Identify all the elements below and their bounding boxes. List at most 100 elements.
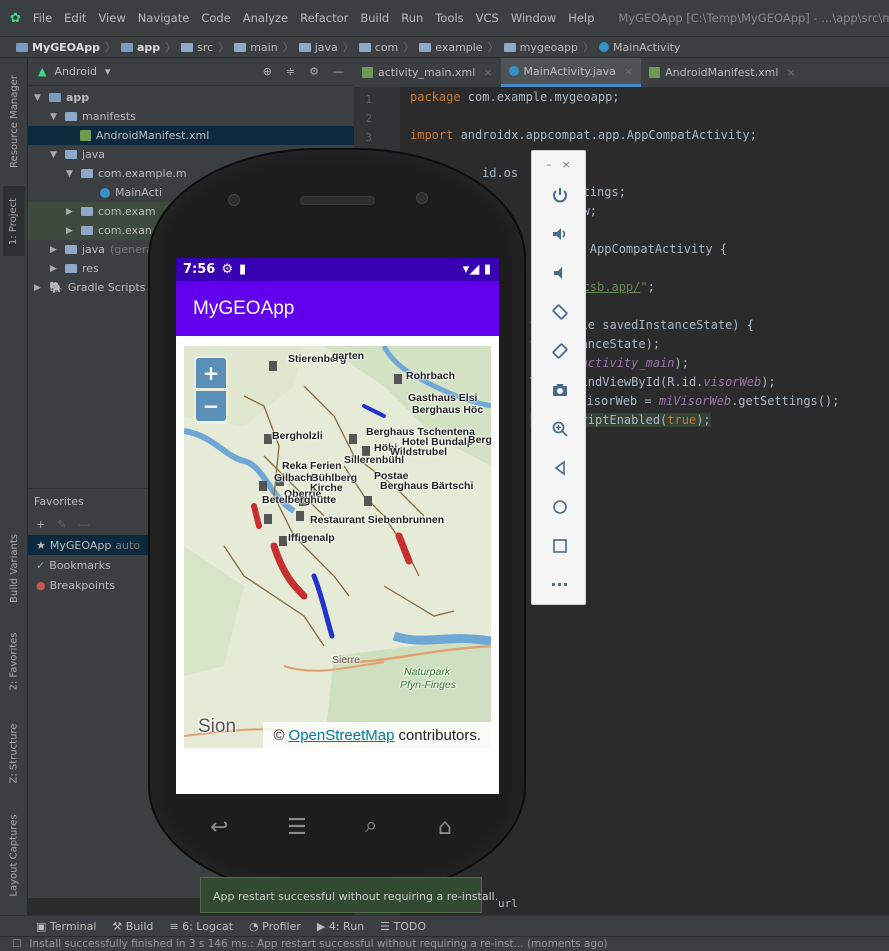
tool-build[interactable]: ⚒ Build	[112, 920, 153, 933]
menu-build[interactable]: Build	[360, 11, 389, 25]
volume-down-button[interactable]	[532, 253, 587, 292]
menu-help[interactable]: Help	[568, 11, 594, 25]
menu-code[interactable]: Code	[201, 11, 230, 25]
rotate-left-button[interactable]	[532, 292, 587, 331]
openstreetmap-link[interactable]: OpenStreetMap	[289, 727, 395, 744]
package-icon	[358, 42, 371, 52]
tab-androidmanifest-xml[interactable]: AndroidManifest.xml ×	[641, 58, 803, 87]
window-title: MyGEOApp [C:\Temp\MyGEOApp] - ...\app\sr…	[618, 11, 889, 25]
minimize-icon[interactable]: –	[546, 158, 552, 171]
expand-arrow-icon[interactable]: ▶	[50, 264, 60, 274]
more-button[interactable]: ···	[532, 565, 587, 604]
chevron-down-icon[interactable]: ▾	[105, 65, 111, 78]
menu-view[interactable]: View	[98, 11, 125, 25]
hw-search-icon[interactable]: ⌕	[365, 813, 377, 838]
menu-bar: ✿ File Edit View Navigate Code Analyze R…	[0, 0, 889, 36]
tool-tab-structure[interactable]: Z: Structure	[3, 713, 25, 793]
line-number: 1	[365, 94, 372, 106]
power-button[interactable]	[532, 175, 587, 214]
hide-icon[interactable]: —	[333, 65, 344, 78]
tab-mainactivity-java[interactable]: MainActivity.java ×	[500, 58, 642, 87]
close-icon[interactable]: ×	[624, 65, 633, 78]
expand-arrow-icon[interactable]: ▼	[50, 150, 60, 160]
tool-logcat[interactable]: ≡ 6: Logcat	[169, 920, 233, 933]
expand-arrow-icon[interactable]: ▼	[66, 169, 76, 179]
zoom-button[interactable]	[532, 409, 587, 448]
crumb-example[interactable]: example	[419, 41, 483, 54]
menu-navigate[interactable]: Navigate	[138, 11, 190, 25]
locate-icon[interactable]: ⊕	[263, 65, 272, 78]
map-view[interactable]: Stierenberg garten Rohrbach Gasthaus Els…	[184, 346, 491, 748]
overview-button[interactable]	[532, 526, 587, 565]
tool-tab-build-variants[interactable]: Build Variants	[3, 523, 25, 613]
map-label: Sillerenbühl	[344, 454, 405, 466]
crumb-mainactivity[interactable]: MainActivity	[599, 41, 680, 54]
expand-arrow-icon[interactable]: ▼	[34, 93, 44, 103]
map-label: Berghaus Höc	[412, 404, 484, 416]
project-view-selector[interactable]: Android	[54, 65, 97, 78]
map-label: Reka Ferien	[282, 460, 342, 472]
crumb-mygeoapp[interactable]: mygeoapp	[503, 41, 578, 54]
close-icon[interactable]: ×	[786, 66, 795, 79]
menu-refactor[interactable]: Refactor	[300, 11, 348, 25]
tool-profiler[interactable]: ◔ Profiler	[249, 920, 301, 933]
expand-arrow-icon[interactable]: ▼	[50, 112, 60, 122]
menu-file[interactable]: File	[33, 11, 52, 25]
map-label: Gasthaus Elsi	[408, 392, 478, 404]
tool-tab-project[interactable]: 1: Project	[3, 186, 25, 256]
tree-node-androidmanifest[interactable]: AndroidManifest.xml	[28, 126, 354, 145]
tool-tab-favorites[interactable]: 2: Favorites	[3, 621, 25, 701]
hw-menu-icon[interactable]: ☰	[287, 815, 307, 840]
check-icon: ✓	[36, 558, 46, 572]
tool-tab-resource-manager[interactable]: Resource Manager	[3, 66, 25, 176]
menu-window[interactable]: Window	[511, 11, 556, 25]
volume-up-button[interactable]	[532, 214, 587, 253]
crumb-main[interactable]: main	[234, 41, 278, 54]
app-title: MyGEOApp	[176, 281, 499, 336]
tree-node-app[interactable]: ▼ app	[28, 88, 354, 107]
expand-arrow-icon[interactable]: ▶	[66, 207, 76, 217]
tool-tab-layout-captures[interactable]: Layout Captures	[3, 808, 25, 903]
crumb-src[interactable]: src	[181, 41, 213, 54]
expand-arrow-icon[interactable]: ▶	[34, 283, 44, 293]
menu-run[interactable]: Run	[401, 11, 423, 25]
power-icon	[552, 187, 567, 202]
remove-icon[interactable]: —	[78, 518, 89, 531]
menu-analyze[interactable]: Analyze	[243, 11, 288, 25]
volume-up-icon	[552, 227, 565, 240]
crumb-java[interactable]: java	[298, 41, 338, 54]
crumb-app[interactable]: app	[120, 41, 160, 54]
tab-activity-main-xml[interactable]: activity_main.xml ×	[354, 58, 501, 87]
crumb-com[interactable]: com	[358, 41, 398, 54]
map-label-park: Pfyn-Finges	[400, 679, 457, 691]
status-box-icon[interactable]: ☐	[12, 938, 21, 950]
zoom-out-button[interactable]: −	[196, 391, 226, 421]
expand-arrow-icon[interactable]: ▶	[50, 245, 60, 255]
breadcrumb: MyGEOApp 〉 app 〉 src 〉 main 〉 java 〉 com 〉 exa…	[0, 36, 889, 58]
screenshot-button[interactable]	[532, 370, 587, 409]
close-icon[interactable]: ×	[562, 158, 571, 171]
crumb-project[interactable]: MyGEOApp	[16, 41, 100, 54]
menu-edit[interactable]: Edit	[64, 11, 86, 25]
close-icon[interactable]: ×	[483, 66, 492, 79]
map-label-park: Naturpark	[404, 666, 451, 678]
hw-back-icon[interactable]: ↩	[210, 815, 228, 840]
tool-terminal[interactable]: ▣ Terminal	[36, 920, 96, 933]
menu-tools[interactable]: Tools	[435, 11, 463, 25]
map-zoom-control: + −	[194, 356, 228, 424]
add-icon[interactable]: +	[36, 518, 45, 531]
zoom-in-button[interactable]: +	[196, 358, 226, 388]
back-button[interactable]	[532, 448, 587, 487]
expand-arrow-icon[interactable]: ▶	[66, 226, 76, 236]
gear-icon[interactable]: ⚙	[309, 65, 319, 78]
tool-todo[interactable]: ☰ TODO	[380, 920, 426, 933]
edit-icon[interactable]: ✎	[57, 518, 66, 531]
menu-vcs[interactable]: VCS	[476, 11, 499, 25]
tree-node-manifests[interactable]: ▼ manifests	[28, 107, 354, 126]
hw-home-icon[interactable]: ⌂	[438, 815, 452, 840]
code-line-package: package com.example.mygeoapp;	[410, 90, 620, 104]
tool-run[interactable]: ▶ 4: Run	[317, 920, 364, 933]
home-button[interactable]	[532, 487, 587, 526]
collapse-all-icon[interactable]: ≑	[286, 65, 295, 78]
rotate-right-button[interactable]	[532, 331, 587, 370]
